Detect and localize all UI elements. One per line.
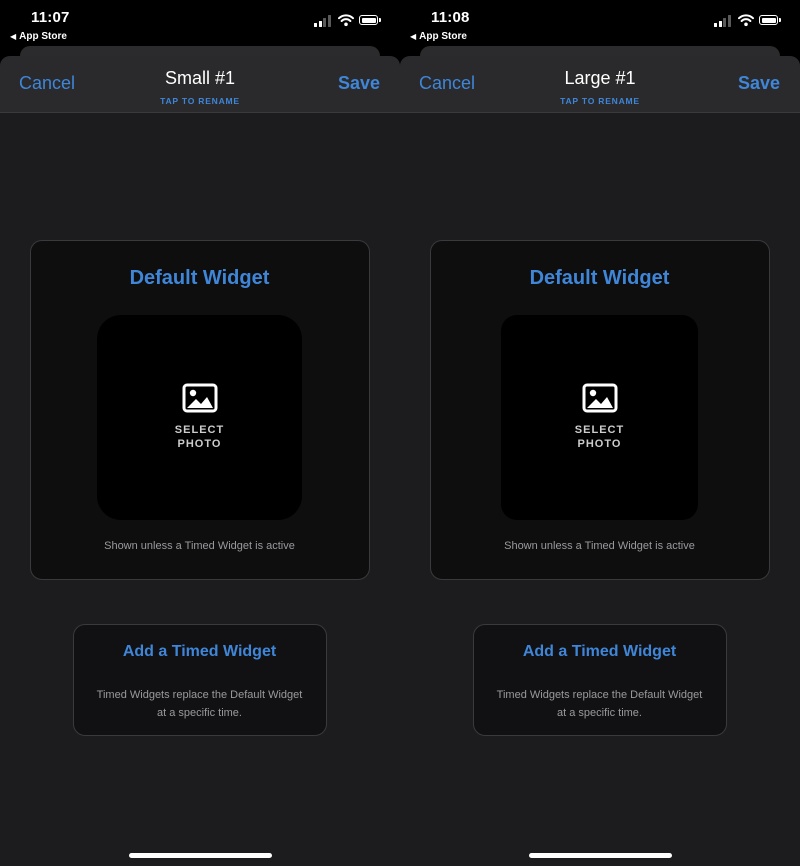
photo-icon bbox=[582, 383, 617, 413]
wifi-icon bbox=[338, 14, 354, 27]
status-time: 11:07 bbox=[31, 9, 70, 26]
home-indicator[interactable] bbox=[529, 853, 672, 858]
add-timed-widget-title: Add a Timed Widget bbox=[522, 643, 677, 660]
back-app-label: App Store bbox=[19, 31, 67, 42]
wifi-icon bbox=[738, 14, 754, 27]
edit-widget-sheet: Cancel Small #1 TAP TO RENAME Save Defau… bbox=[0, 56, 400, 866]
timed-widget-description: Timed Widgets replace the Default Widget… bbox=[496, 689, 703, 719]
back-app-label: App Store bbox=[419, 31, 467, 42]
tap-to-rename-hint[interactable]: TAP TO RENAME bbox=[400, 96, 800, 106]
add-timed-widget-button[interactable]: Add a Timed Widget Timed Widgets replace… bbox=[473, 624, 727, 736]
signal-icon bbox=[314, 15, 334, 27]
default-widget-card: Default Widget SELECT PHOTO Shown unless… bbox=[430, 240, 770, 580]
status-bar: 11:07 ◀ App Store bbox=[0, 0, 400, 46]
select-photo-line2: PHOTO bbox=[177, 438, 222, 450]
select-photo-line2: PHOTO bbox=[577, 438, 622, 450]
add-timed-widget-button[interactable]: Add a Timed Widget Timed Widgets replace… bbox=[73, 624, 327, 736]
back-to-app-store[interactable]: ◀ App Store bbox=[10, 31, 67, 42]
back-to-app-store[interactable]: ◀ App Store bbox=[410, 31, 467, 42]
battery-icon bbox=[759, 15, 781, 25]
battery-icon bbox=[359, 15, 381, 25]
timed-widget-description: Timed Widgets replace the Default Widget… bbox=[96, 689, 303, 719]
home-indicator[interactable] bbox=[129, 853, 272, 858]
select-photo-button[interactable]: SELECT PHOTO bbox=[501, 315, 698, 520]
default-widget-caption: Shown unless a Timed Widget is active bbox=[504, 540, 695, 552]
back-triangle-icon: ◀ bbox=[10, 32, 17, 41]
photo-icon bbox=[182, 383, 217, 413]
save-button[interactable]: Save bbox=[338, 73, 380, 94]
signal-icon bbox=[714, 15, 734, 27]
select-photo-button[interactable]: SELECT PHOTO bbox=[97, 315, 302, 520]
status-bar: 11:08 ◀ App Store bbox=[400, 0, 800, 46]
select-photo-label: SELECT PHOTO bbox=[97, 423, 302, 451]
add-timed-widget-title: Add a Timed Widget bbox=[122, 643, 277, 660]
nav-bar: Cancel Small #1 TAP TO RENAME Save bbox=[0, 56, 400, 113]
edit-widget-sheet: Cancel Large #1 TAP TO RENAME Save Defau… bbox=[400, 56, 800, 866]
default-widget-title: Default Widget bbox=[529, 267, 670, 289]
back-triangle-icon: ◀ bbox=[410, 32, 417, 41]
default-widget-title: Default Widget bbox=[129, 267, 270, 289]
select-photo-label: SELECT PHOTO bbox=[501, 423, 698, 451]
screen-large-widget: 11:08 ◀ App Store Cancel Large #1 TAP TO … bbox=[400, 0, 800, 866]
screen-small-widget: 11:07 ◀ App Store Cancel Small #1 TAP TO … bbox=[0, 0, 400, 866]
default-widget-caption: Shown unless a Timed Widget is active bbox=[104, 540, 295, 552]
save-button[interactable]: Save bbox=[738, 73, 780, 94]
nav-bar: Cancel Large #1 TAP TO RENAME Save bbox=[400, 56, 800, 113]
default-widget-card: Default Widget SELECT PHOTO Shown unless… bbox=[30, 240, 370, 580]
tap-to-rename-hint[interactable]: TAP TO RENAME bbox=[0, 96, 400, 106]
status-time: 11:08 bbox=[431, 9, 470, 26]
select-photo-line1: SELECT bbox=[174, 424, 225, 436]
select-photo-line1: SELECT bbox=[574, 424, 625, 436]
